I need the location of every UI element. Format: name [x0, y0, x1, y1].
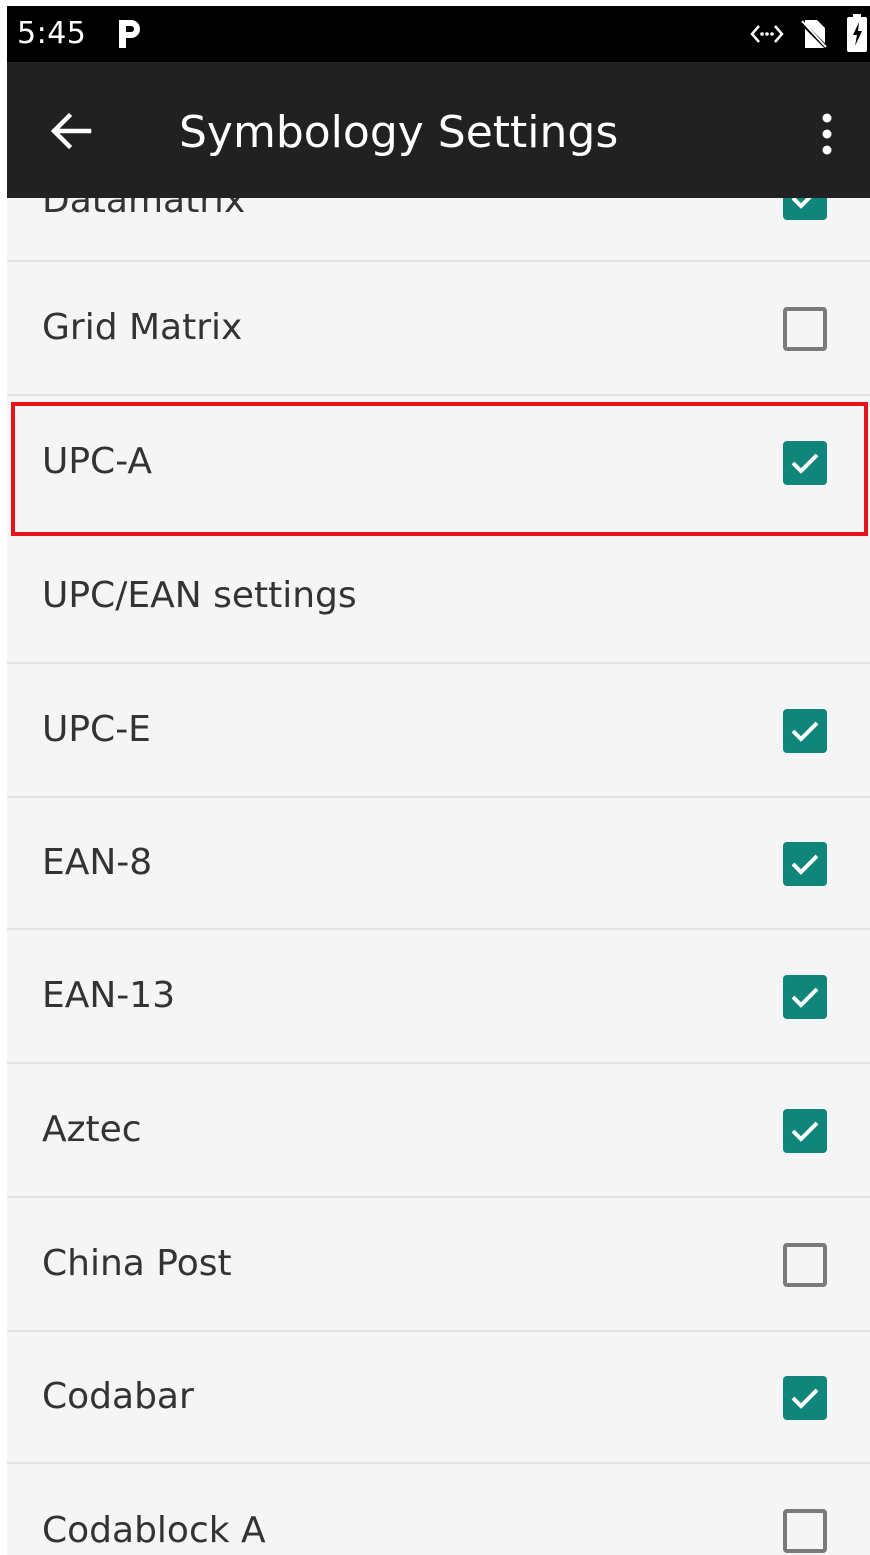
data-sync-icon: [750, 25, 784, 43]
checkmark-icon: [791, 198, 812, 209]
checkmark-icon: [791, 1121, 819, 1142]
app-bar: Symbology Settings: [7, 62, 870, 198]
checkmark-icon: [791, 987, 819, 1008]
checkbox-unchecked[interactable]: [783, 1243, 827, 1287]
list-item-china-post[interactable]: China Post: [7, 1198, 870, 1332]
list-item-label: China Post: [42, 1243, 232, 1284]
parking-notification-icon: [119, 20, 140, 48]
list-item-datamatrix[interactable]: Datamatrix: [7, 198, 870, 262]
list-item-label: EAN-8: [42, 842, 153, 883]
list-item-label: UPC-E: [42, 709, 151, 750]
list-item-label: Grid Matrix: [42, 307, 243, 348]
list-item-ean-8[interactable]: EAN-8: [7, 798, 870, 930]
status-time: 5:45: [17, 16, 87, 51]
list-item-label: UPC/EAN settings: [42, 575, 357, 616]
list-item-codabar[interactable]: Codabar: [7, 1332, 870, 1464]
status-bar: 5:45: [7, 6, 870, 62]
checkmark-icon: [791, 453, 819, 474]
checkbox-unchecked[interactable]: [783, 1509, 827, 1553]
checkbox-unchecked[interactable]: [783, 307, 827, 351]
battery-charging-icon: [847, 14, 867, 52]
list-item-label: UPC-A: [42, 441, 153, 482]
list-item-grid-matrix[interactable]: Grid Matrix: [7, 262, 870, 396]
checkbox-checked[interactable]: [783, 842, 827, 886]
list-item-aztec[interactable]: Aztec: [7, 1064, 870, 1198]
checkmark-icon: [791, 721, 819, 742]
checkbox-checked[interactable]: [783, 709, 827, 753]
symbology-list: Datamatrix Grid Matrix UPC-A UPC/EAN set…: [7, 198, 870, 1555]
screen: 5:45 Symbology Settings Datamatrix Grid …: [7, 6, 870, 1555]
checkmark-icon: [791, 854, 819, 875]
more-vert-icon[interactable]: [815, 110, 839, 158]
arrow-left-icon[interactable]: [45, 106, 95, 156]
list-item-codablock-a[interactable]: Codablock A: [7, 1464, 870, 1555]
list-item-label: Codablock A: [42, 1510, 266, 1551]
checkbox-checked[interactable]: [783, 198, 827, 220]
checkbox-checked[interactable]: [783, 975, 827, 1019]
list-item-upc-a[interactable]: UPC-A: [7, 396, 870, 530]
list-item-ean-13[interactable]: EAN-13: [7, 930, 870, 1064]
list-item-label: EAN-13: [42, 975, 176, 1016]
list-item-upc-e[interactable]: UPC-E: [7, 664, 870, 798]
checkbox-checked[interactable]: [783, 1376, 827, 1420]
list-item-label: Datamatrix: [42, 198, 246, 221]
list-item-upc-ean-settings[interactable]: UPC/EAN settings: [7, 530, 870, 664]
list-item-label: Codabar: [42, 1376, 194, 1417]
no-sim-icon: [799, 20, 829, 50]
page-title: Symbology Settings: [179, 107, 619, 158]
list-item-label: Aztec: [42, 1109, 142, 1150]
checkbox-checked[interactable]: [783, 441, 827, 485]
checkmark-icon: [791, 1388, 819, 1409]
checkbox-checked[interactable]: [783, 1109, 827, 1153]
